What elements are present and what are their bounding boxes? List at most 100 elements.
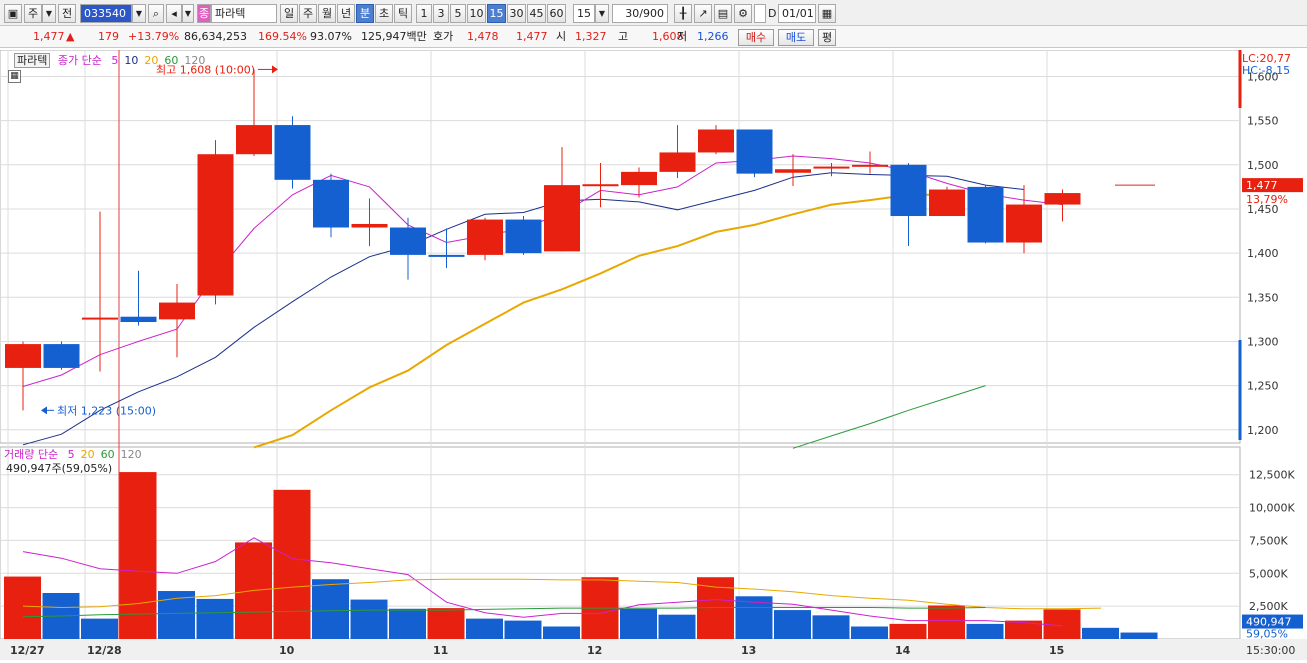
interval-tab-15[interactable]: 15 [487, 4, 506, 23]
stock-name-field[interactable]: 파라텍 [211, 4, 277, 23]
volume-tick-label: 5,000K [1249, 567, 1288, 580]
candle-body [852, 164, 888, 167]
x-axis-bar [0, 639, 1307, 660]
interval-dropdown-icon[interactable]: ▼ [595, 4, 609, 23]
volume-bar [620, 608, 657, 639]
volume-bar [81, 618, 118, 639]
period-tab-5[interactable]: 초 [375, 4, 393, 23]
candle-body [621, 171, 657, 186]
x-axis-label: 14 [895, 644, 911, 657]
d-checkbox[interactable] [754, 4, 766, 23]
d-label: D [768, 7, 777, 20]
price-ma-label: 20 [144, 54, 159, 67]
bid-price-2: 1,477 [516, 30, 548, 43]
interval-tab-1[interactable]: 1 [416, 4, 432, 23]
volume-bar [196, 598, 234, 639]
sell-button[interactable]: 매도 [778, 29, 814, 46]
price-tick-label: 1,550 [1247, 115, 1279, 128]
candle-body [390, 227, 426, 255]
grid-toggle-icon[interactable]: ▦ [8, 70, 21, 83]
candle-body [428, 254, 465, 257]
chart-menu-icon[interactable]: ▣ [4, 4, 22, 23]
volume-bar [812, 615, 850, 639]
interval-tab-3[interactable]: 3 [433, 4, 449, 23]
current-price-tag: 1,477 [1246, 179, 1278, 192]
current-rate-tag: 13,79% [1246, 193, 1288, 206]
period-tab-6[interactable]: 틱 [394, 4, 412, 23]
period-tab-1[interactable]: 주 [299, 4, 317, 23]
type-dropdown-icon[interactable]: ▼ [42, 4, 56, 23]
x-axis-label: 12 [587, 644, 602, 657]
date-input[interactable]: 01/01 [778, 4, 816, 23]
candle-body [467, 219, 503, 255]
x-axis-time-label: 15:30:00 [1246, 644, 1295, 657]
period-tab-0[interactable]: 일 [280, 4, 298, 23]
price-legend: 파라텍 종가 단순 5 10 20 60 120 [14, 52, 205, 68]
price-ma-labels: 5 10 20 60 120 [105, 54, 205, 67]
interval-tab-45[interactable]: 45 [527, 4, 546, 23]
speaker-dropdown-icon[interactable]: ▼ [182, 4, 194, 23]
change-rate: +13.79% [128, 30, 180, 43]
interval-tab-10[interactable]: 10 [467, 4, 486, 23]
candle-body [43, 344, 80, 368]
volume-bar [350, 599, 388, 639]
x-axis-label: 12/28 [87, 644, 122, 657]
candle-type-icon[interactable]: ╂ [674, 4, 692, 23]
calendar-icon[interactable]: ▦ [818, 4, 836, 23]
price-tick-label: 1,350 [1247, 291, 1279, 304]
count-field[interactable]: 30/900 [612, 4, 668, 23]
candle-body [159, 302, 195, 320]
code-input[interactable]: 033540 [80, 4, 132, 23]
volume-bar [273, 489, 311, 639]
volume-bar [389, 608, 426, 639]
candle-body [582, 184, 619, 187]
buy-button[interactable]: 매수 [738, 29, 774, 46]
candle-body [197, 154, 234, 296]
volume-bar [543, 626, 580, 639]
low-price: 1,266 [697, 30, 729, 43]
prev-button[interactable]: 전 [58, 4, 76, 23]
stock-chart[interactable]: 1,6001,5501,5001,4501,4001,3501,3001,250… [0, 49, 1307, 660]
top-toolbar: ▣ 주 ▼ 전 033540 ▼ ⌕ ◂ ▼ 종 파라텍 일주월년분초틱 135… [0, 0, 1307, 26]
price-panel [0, 49, 1241, 444]
volume-tick-label: 12,500K [1249, 469, 1295, 482]
bid-label: 호가 [433, 30, 454, 43]
candle-body [5, 344, 41, 368]
interval-input[interactable]: 15 [573, 4, 595, 23]
candle-body [775, 169, 811, 173]
speaker-icon[interactable]: ◂ [166, 4, 182, 23]
draw-tool-icon[interactable]: ↗ [694, 4, 712, 23]
eval-button[interactable]: 평 [818, 29, 836, 46]
x-axis-label: 15 [1049, 644, 1064, 657]
price-ma-label: 5 [111, 54, 119, 67]
price-tick-label: 1,250 [1247, 380, 1279, 393]
code-dropdown-icon[interactable]: ▼ [132, 4, 146, 23]
candle-body [659, 152, 696, 172]
interval-tab-5[interactable]: 5 [450, 4, 466, 23]
candle-body [890, 164, 927, 217]
volume-rate-tag: 59,05% [1246, 628, 1288, 641]
volume-bar [504, 620, 542, 639]
chart-area[interactable]: 1,600 1,550 1,500 1,450 1,400 1,350 1,300 1,250… [0, 49, 1307, 660]
x-axis-label: 13 [741, 644, 756, 657]
save-icon[interactable]: ▤ [714, 4, 732, 23]
settings-gear-icon[interactable]: ⚙ [734, 4, 752, 23]
type-select[interactable]: 주 [24, 4, 42, 23]
period-tab-4[interactable]: 분 [356, 4, 374, 23]
candle-body [1044, 193, 1081, 205]
search-icon[interactable]: ⌕ [148, 4, 164, 23]
x-axis-label: 12/27 [10, 644, 45, 657]
candle-body [544, 185, 580, 252]
price-tick-label: 1,500 [1247, 159, 1279, 172]
up-arrow-icon: ▲ [66, 30, 75, 43]
volume-bar [658, 614, 696, 639]
interval-tab-30[interactable]: 30 [507, 4, 526, 23]
volume-tick-label: 2,500K [1249, 600, 1288, 613]
candle-body [274, 125, 311, 180]
bid-price-1: 1,478 [467, 30, 499, 43]
period-tab-2[interactable]: 월 [318, 4, 336, 23]
candle-body [505, 219, 542, 254]
open-label: 시 [556, 30, 567, 43]
interval-tab-60[interactable]: 60 [547, 4, 566, 23]
period-tab-3[interactable]: 년 [337, 4, 355, 23]
